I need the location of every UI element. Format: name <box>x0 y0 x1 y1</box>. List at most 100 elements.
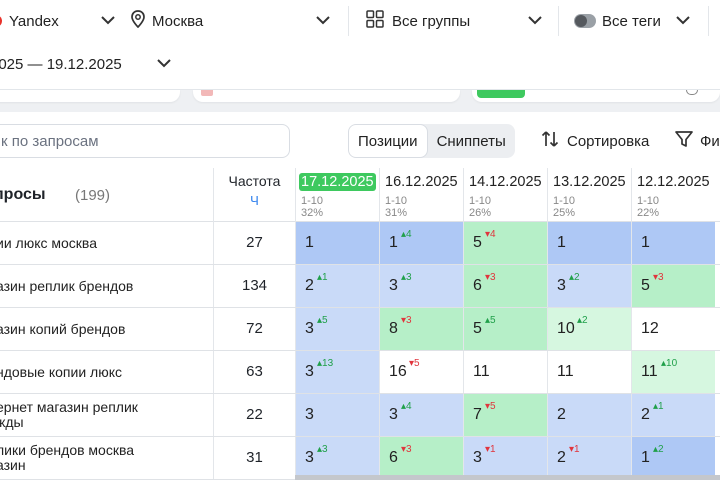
position-cell[interactable]: 3 ▴2 <box>547 265 631 307</box>
position-cell[interactable]: 7 ▾5 <box>463 394 547 436</box>
position-cell[interactable]: 1 ▴4 <box>379 222 463 264</box>
position-cell[interactable]: 6 ▾3 <box>379 437 463 479</box>
position-change-down: ▾5 <box>409 359 420 369</box>
position-cell[interactable]: 6 ▾3 <box>463 265 547 307</box>
position-cell[interactable]: 11 <box>463 351 547 393</box>
position-cell[interactable]: 11 <box>547 351 631 393</box>
position-cell[interactable]: 3 ▴5 <box>295 308 379 350</box>
period-label: 2025 — 19.12.2025 <box>0 55 122 73</box>
frequency-unit[interactable]: Ч <box>214 193 295 208</box>
position-value: 5 <box>473 234 482 251</box>
query-cell[interactable]: ернет магазин реплик жды <box>0 394 213 436</box>
change-amount: 5 <box>490 315 496 326</box>
position-cell[interactable]: 1 <box>547 222 631 264</box>
chevron-down-icon[interactable] <box>316 16 330 25</box>
date-column-header[interactable]: 17.12.2025 1-10 32% <box>295 168 379 222</box>
frequency-cell: 22 <box>213 394 295 436</box>
query-cell[interactable]: ндовые копии люкс <box>0 351 213 393</box>
region-select[interactable]: Москва <box>130 10 203 32</box>
position-cell[interactable]: 3 ▴3 <box>295 437 379 479</box>
tags-select[interactable]: Все теги <box>574 10 661 32</box>
position-cell[interactable]: 16 ▾5 <box>379 351 463 393</box>
date-column-header[interactable]: 14.12.2025 1-10 26% <box>463 168 547 222</box>
filter-bar: Yandex Москва Все группы Все теги 2025 —… <box>0 0 720 90</box>
position-change-up: ▴4 <box>401 402 412 412</box>
date-column-header[interactable]: 16.12.2025 1-10 31% <box>379 168 463 222</box>
period-select[interactable]: 2025 — 19.12.2025 <box>0 53 122 75</box>
position-change-up: ▴1 <box>653 402 664 412</box>
position-cell[interactable]: 2 ▴1 <box>295 265 379 307</box>
position-cell[interactable]: 3 ▾1 <box>463 437 547 479</box>
position-cell[interactable]: 2 ▾1 <box>547 437 631 479</box>
position-cell[interactable]: 2 ▴1 <box>631 394 715 436</box>
change-amount: 1 <box>574 444 580 455</box>
date-column-header[interactable]: 13.12.2025 1-10 25% <box>547 168 631 222</box>
position-change-up: ▴5 <box>317 316 328 326</box>
position-value: 16 <box>389 363 407 380</box>
position-cell[interactable]: 3 ▴4 <box>379 394 463 436</box>
position-cell[interactable]: 3 ▴13 <box>295 351 379 393</box>
position-value: 3 <box>305 363 314 380</box>
change-amount: 3 <box>322 444 328 455</box>
position-change-up: ▴2 <box>569 273 580 283</box>
position-cell[interactable]: 11 ▴10 <box>631 351 715 393</box>
position-change-down: ▾1 <box>569 445 580 455</box>
position-change-down: ▾3 <box>401 316 412 326</box>
tab-positions[interactable]: Позиции <box>348 124 428 158</box>
filter-button[interactable]: Фи <box>674 124 720 158</box>
position-cell[interactable]: 12 <box>631 308 715 350</box>
horizontal-scrollbar[interactable] <box>295 475 720 480</box>
date-label: 14.12.2025 <box>469 174 542 190</box>
top-percent-label: 32% <box>301 207 324 219</box>
divider <box>348 6 349 36</box>
chevron-down-icon[interactable] <box>157 59 171 68</box>
query-cell[interactable]: ии люкс москва <box>0 222 213 264</box>
queries-count: (199) <box>75 187 111 204</box>
groups-select[interactable]: Все группы <box>366 10 470 32</box>
position-cell[interactable]: 1 <box>631 222 715 264</box>
change-amount: 1 <box>322 272 328 283</box>
position-cell[interactable]: 2 <box>547 394 631 436</box>
query-cell[interactable]: азин реплик брендов <box>0 265 213 307</box>
sort-label: Сортировка <box>567 132 650 150</box>
chevron-down-icon[interactable] <box>101 16 115 25</box>
positions-table: просы (199) Частота Ч 17.12.20251-1032%1… <box>0 168 720 480</box>
position-cell[interactable]: 1 <box>295 222 379 264</box>
frequency-header[interactable]: Частота Ч <box>213 168 295 222</box>
summary-card <box>193 90 460 102</box>
position-value: 1 <box>305 234 314 251</box>
card-icon <box>201 90 213 96</box>
change-amount: 3 <box>490 272 496 283</box>
position-cell[interactable]: 5 ▴5 <box>463 308 547 350</box>
table-header: просы (199) Частота Ч 17.12.20251-1032%1… <box>0 168 720 222</box>
query-cell[interactable]: азин копий брендов <box>0 308 213 350</box>
position-value: 12 <box>641 320 659 337</box>
position-value: 6 <box>389 449 398 466</box>
query-text: азин копий брендов <box>0 320 126 337</box>
chevron-down-icon[interactable] <box>528 16 542 25</box>
groups-label: Все группы <box>392 12 471 30</box>
search-input[interactable]: к по запросам <box>0 124 290 158</box>
position-cell[interactable]: 5 ▾4 <box>463 222 547 264</box>
position-value: 7 <box>473 406 482 423</box>
position-cell[interactable]: 3 <box>295 394 379 436</box>
engine-select[interactable]: Yandex <box>0 10 59 32</box>
summary-card <box>0 90 180 102</box>
position-change-up: ▴13 <box>317 359 333 369</box>
position-cell[interactable]: 10 ▴2 <box>547 308 631 350</box>
position-cell[interactable]: 3 ▴3 <box>379 265 463 307</box>
chevron-down-icon[interactable] <box>676 16 690 25</box>
position-cell[interactable]: 5 ▾3 <box>631 265 715 307</box>
tab-snippets[interactable]: Сниппеты <box>428 124 515 158</box>
sort-button[interactable]: Сортировка <box>540 124 649 158</box>
table-controls: к по запросам Позиции Сниппеты Сортировк… <box>0 112 720 168</box>
position-cell[interactable]: 8 ▾3 <box>379 308 463 350</box>
date-column-header[interactable]: 12.12.2025 1-10 22% <box>631 168 715 222</box>
position-value: 5 <box>473 320 482 337</box>
position-cell[interactable]: 1 ▴2 <box>631 437 715 479</box>
query-cell[interactable]: лики брендов москва азин <box>0 437 213 479</box>
change-amount: 3 <box>406 272 412 283</box>
position-change-up: ▴3 <box>317 445 328 455</box>
table-row: лики брендов москва азин 3 1 3▴36▾33▾12▾11▴… <box>0 437 720 480</box>
position-value: 11 <box>641 363 658 380</box>
